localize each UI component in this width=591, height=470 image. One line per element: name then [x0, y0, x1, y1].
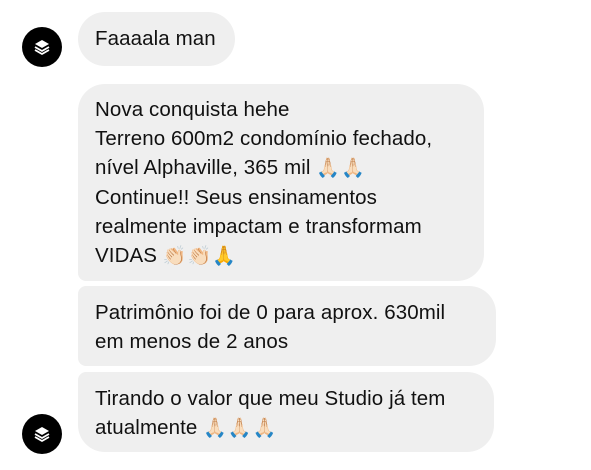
message-line: Nova conquista hehe	[95, 95, 466, 124]
message-text: Terreno 600m2 condomínio fechado,	[95, 127, 433, 150]
message-line: Faaaala man	[95, 24, 217, 53]
message-bubble[interactable]: Faaaala man	[78, 12, 235, 66]
message-text: em menos de 2 anos	[95, 330, 289, 353]
message-text: atualmente	[95, 416, 198, 439]
message-text: realmente impactam e transformam	[95, 215, 422, 238]
message-line: Continue!! Seus ensinamentos	[95, 183, 466, 212]
layers-icon	[34, 427, 50, 442]
message-text: VIDAS	[95, 244, 158, 267]
message-text: Tirando o valor que meu Studio já tem	[95, 387, 446, 410]
message-text: Patrimônio foi de 0 para aprox. 630mil	[95, 301, 446, 324]
message-text: nível Alphaville, 365 mil	[95, 156, 311, 179]
message-bubble[interactable]: Nova conquista hehe Terreno 600m2 condom…	[78, 84, 484, 281]
message-bubble[interactable]: Tirando o valor que meu Studio já tem at…	[78, 372, 494, 452]
message-line: Tirando o valor que meu Studio já tem	[95, 384, 476, 413]
message-line: Terreno 600m2 condomínio fechado,	[95, 124, 466, 153]
message-text: Faaaala man	[95, 27, 216, 50]
praying-hands-emoji: 🙏🏻🙏🏻🙏🏻	[203, 417, 278, 439]
praying-hands-emoji: 🙏🏻🙏🏻	[316, 157, 366, 179]
message-line: nível Alphaville, 365 mil 🙏🏻🙏🏻	[95, 153, 466, 183]
avatar[interactable]	[22, 414, 62, 454]
message-text: Continue!! Seus ensinamentos	[95, 186, 378, 209]
message-line: realmente impactam e transformam	[95, 212, 466, 241]
avatar[interactable]	[22, 27, 62, 67]
message-line: VIDAS 👏🏻👏🏻🙏	[95, 241, 466, 271]
message-line: em menos de 2 anos	[95, 327, 478, 356]
message-text: Nova conquista hehe	[95, 98, 290, 121]
message-line: Patrimônio foi de 0 para aprox. 630mil	[95, 298, 478, 327]
message-line: atualmente 🙏🏻🙏🏻🙏🏻	[95, 413, 476, 443]
layers-icon	[34, 40, 50, 55]
clapping-hands-emoji: 👏🏻👏🏻🙏	[162, 245, 237, 267]
message-bubble[interactable]: Patrimônio foi de 0 para aprox. 630mil e…	[78, 286, 496, 366]
